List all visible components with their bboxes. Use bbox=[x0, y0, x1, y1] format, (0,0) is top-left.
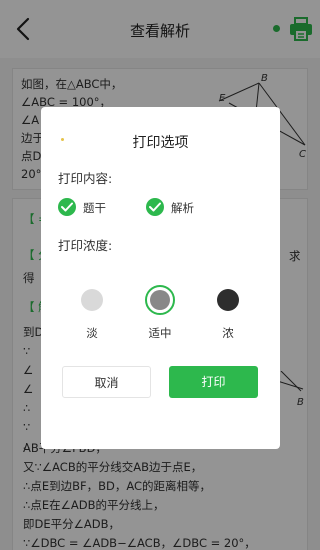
option-analysis-checkbox[interactable] bbox=[146, 198, 164, 216]
dialog-title: 打印选项 bbox=[132, 135, 189, 151]
cancel-button[interactable]: 取消 bbox=[62, 366, 151, 398]
print-content-label: 打印内容: bbox=[58, 171, 113, 186]
density-dark-label[interactable]: 浓 bbox=[208, 325, 248, 341]
density-dark-option[interactable] bbox=[217, 289, 239, 311]
checkmark-icon bbox=[149, 202, 161, 212]
option-question-checkbox[interactable] bbox=[58, 198, 76, 216]
print-button[interactable]: 打印 bbox=[169, 366, 258, 398]
print-options-dialog: 打印选项 打印内容: 题干 解析 打印浓度: 淡 适中 浓 取消 打印 bbox=[41, 107, 280, 449]
density-medium-option[interactable] bbox=[145, 285, 175, 315]
print-density-label: 打印浓度: bbox=[58, 238, 113, 253]
option-analysis-label[interactable]: 解析 bbox=[171, 200, 194, 216]
density-medium-label[interactable]: 适中 bbox=[140, 325, 180, 341]
density-medium-fill bbox=[150, 290, 170, 310]
density-light-option[interactable] bbox=[81, 289, 103, 311]
density-light-label[interactable]: 淡 bbox=[72, 325, 112, 341]
checkmark-icon bbox=[61, 202, 73, 212]
option-question-label[interactable]: 题干 bbox=[83, 200, 106, 216]
